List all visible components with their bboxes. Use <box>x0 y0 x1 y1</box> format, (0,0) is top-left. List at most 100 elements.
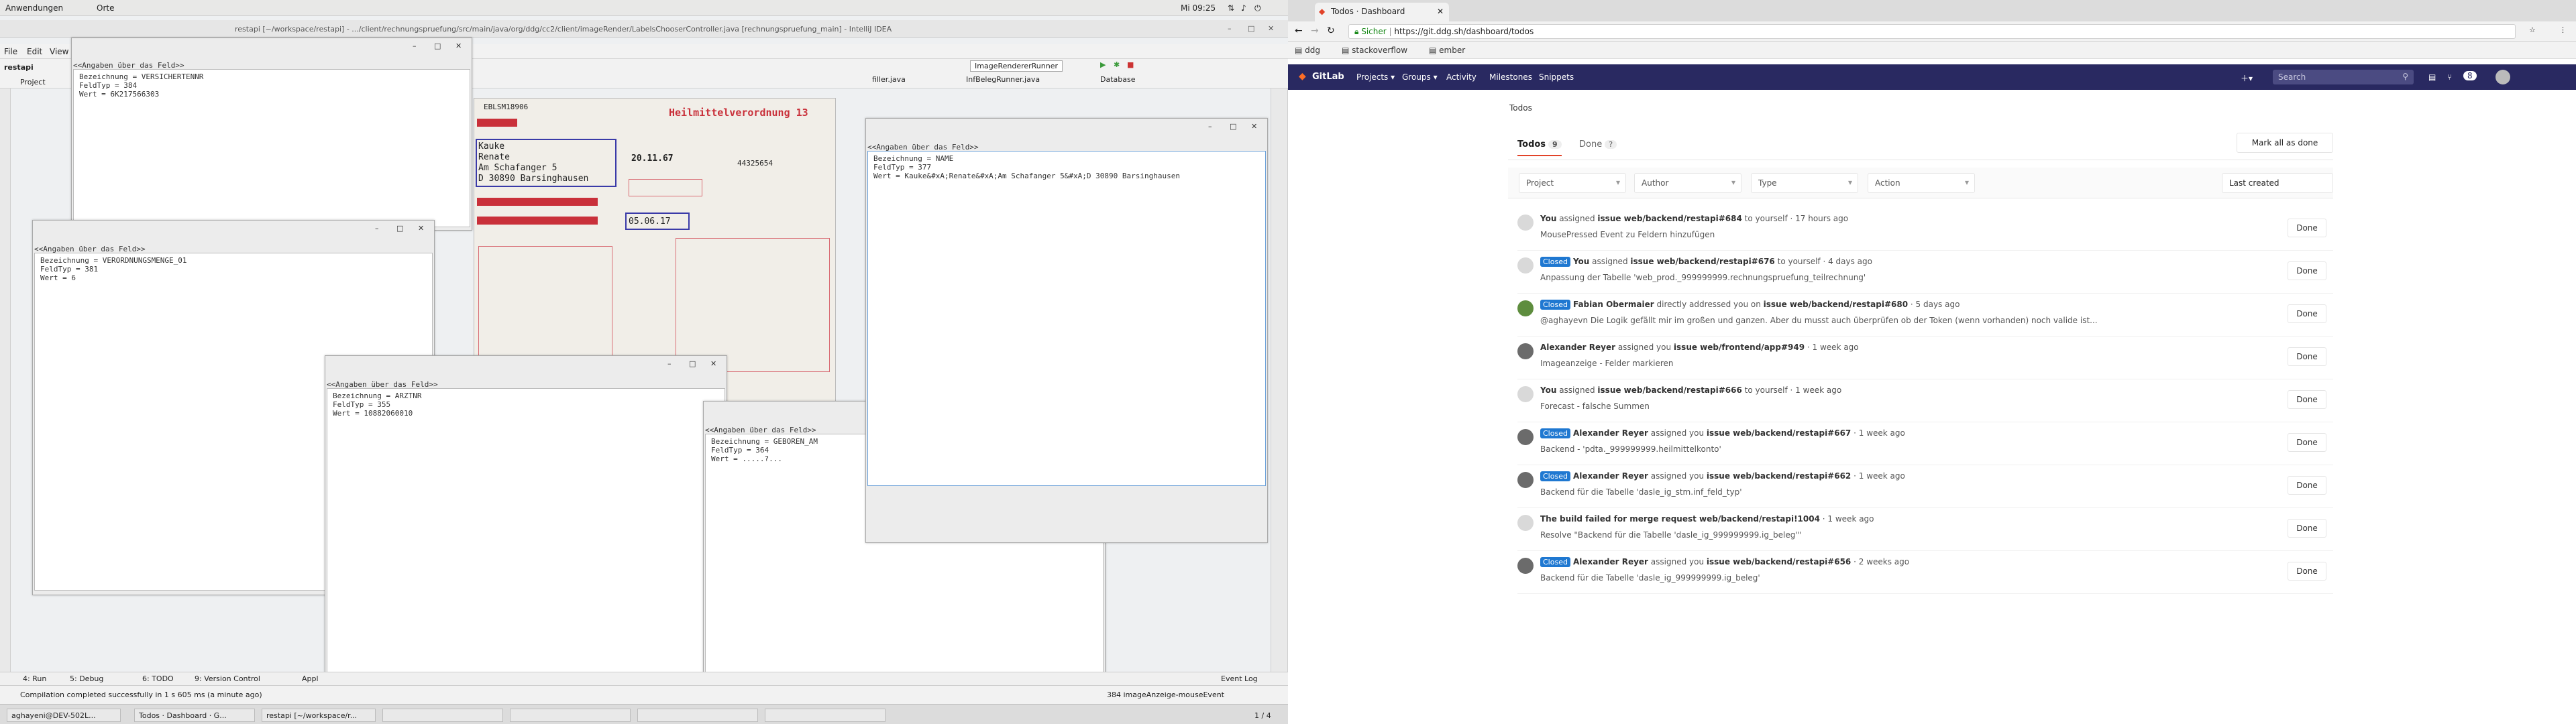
todo-item[interactable]: Closed You assigned issue web/backend/res… <box>1517 251 2333 294</box>
tab-run[interactable]: 4: Run <box>23 674 46 683</box>
author-avatar[interactable] <box>1517 515 1534 531</box>
author-avatar[interactable] <box>1517 386 1534 402</box>
todo-description[interactable]: Backend - 'pdta._999999999.heilmittelkon… <box>1540 444 1721 454</box>
volume-icon[interactable]: ♪ <box>1241 3 1246 13</box>
bookmark-stackoverflow[interactable]: ▤ stackoverflow <box>1342 46 1407 55</box>
filter-author[interactable]: Author <box>1634 173 1741 193</box>
reload-icon[interactable]: ↻ <box>1327 25 1335 36</box>
dialog-titlebar[interactable] <box>72 38 472 53</box>
author-avatar[interactable] <box>1517 472 1534 488</box>
stop-icon[interactable]: ■ <box>1127 60 1134 69</box>
author-avatar[interactable] <box>1517 215 1534 231</box>
nav-snippets[interactable]: Snippets <box>1539 72 1574 82</box>
filter-type[interactable]: Type <box>1751 173 1858 193</box>
tab-version-control[interactable]: 9: Version Control <box>195 674 260 683</box>
event-log-button[interactable]: Event Log <box>1221 674 1258 683</box>
nav-groups[interactable]: Groups ▾ <box>1402 72 1438 82</box>
todo-item[interactable]: Closed Alexander Reyer assigned you issue… <box>1517 551 2333 594</box>
author-avatar[interactable] <box>1517 257 1534 274</box>
todo-actor[interactable]: You <box>1540 214 1556 223</box>
taskbar-java-window[interactable] <box>382 709 503 722</box>
todo-description[interactable]: Anpassung der Tabelle 'web_prod._9999999… <box>1540 273 1866 282</box>
done-button[interactable]: Done <box>2288 304 2326 323</box>
mark-all-done-button[interactable]: Mark all as done <box>2237 133 2333 153</box>
done-button[interactable]: Done <box>2288 219 2326 237</box>
new-item-icon[interactable]: ＋▾ <box>2241 72 2253 84</box>
todo-target-link[interactable]: issue web/backend/restapi#676 <box>1630 257 1774 266</box>
project-breadcrumb[interactable]: restapi <box>4 63 34 72</box>
taskbar-java-window[interactable] <box>510 709 631 722</box>
close-icon[interactable]: ✕ <box>455 42 462 50</box>
todo-target-link[interactable]: merge request web/backend/restapi!1004 <box>1629 514 1820 524</box>
maximize-icon[interactable]: □ <box>1248 24 1254 33</box>
bookmark-star-icon[interactable]: ☆ <box>2529 25 2536 34</box>
close-icon[interactable]: ✕ <box>1251 122 1257 131</box>
todo-target-link[interactable]: issue web/backend/restapi#684 <box>1597 214 1741 223</box>
todo-item[interactable]: Closed Alexander Reyer assigned you issue… <box>1517 422 2333 465</box>
done-button[interactable]: Done <box>2288 390 2326 409</box>
dialog-text-area[interactable]: Bezeichnung = ARZTNR FeldTyp = 355 Wert … <box>327 388 725 699</box>
todo-description[interactable]: MousePressed Event zu Feldern hinzufügen <box>1540 230 1715 239</box>
todo-description[interactable]: Backend für die Tabelle 'dasle_ig_999999… <box>1540 573 1760 583</box>
todo-target-link[interactable]: issue web/backend/restapi#662 <box>1707 471 1851 481</box>
dialog-titlebar[interactable] <box>866 119 1267 133</box>
maximize-icon[interactable]: □ <box>434 42 441 50</box>
dialog-titlebar[interactable] <box>325 356 727 371</box>
done-button[interactable]: Done <box>2288 261 2326 280</box>
minimize-icon[interactable]: – <box>375 224 379 233</box>
tab-todo[interactable]: 6: TODO <box>142 674 174 683</box>
tab-appl[interactable]: Appl <box>302 674 319 683</box>
field-dialog-versichertennr[interactable]: – □ ✕ <<Angaben über das Feld>> Bezeichn… <box>71 38 472 231</box>
dialog-titlebar[interactable] <box>33 221 434 235</box>
editor-tab-infbelegrunner[interactable]: InfBelegRunner.java <box>966 75 1040 84</box>
todo-actor[interactable]: Alexander Reyer <box>1573 471 1648 481</box>
nav-milestones[interactable]: Milestones <box>1489 72 1532 82</box>
network-icon[interactable]: ⇅ <box>1228 3 1234 13</box>
done-button[interactable]: Done <box>2288 519 2326 538</box>
done-button[interactable]: Done <box>2288 347 2326 366</box>
scan-selected-field-date[interactable] <box>625 213 690 230</box>
todo-target-link[interactable]: issue web/backend/restapi#656 <box>1707 557 1851 566</box>
dialog-text-area[interactable]: Bezeichnung = NAME FeldTyp = 377 Wert = … <box>867 151 1266 486</box>
taskbar-java-window[interactable] <box>765 709 885 722</box>
tab-done[interactable]: Done? <box>1579 139 1617 149</box>
filter-project[interactable]: Project <box>1519 173 1626 193</box>
author-avatar[interactable] <box>1517 343 1534 359</box>
minimize-icon[interactable]: – <box>1228 24 1232 33</box>
bookmark-ddg[interactable]: ▤ ddg <box>1295 46 1320 55</box>
todo-description[interactable]: Forecast - falsche Summen <box>1540 402 1650 411</box>
todo-description[interactable]: Backend für die Tabelle 'dasle_ig_stm.in… <box>1540 487 1742 497</box>
taskbar-idea[interactable]: restapi [~/workspace/r... <box>262 709 376 722</box>
maximize-icon[interactable]: □ <box>396 224 403 233</box>
todo-target-link[interactable]: issue web/backend/restapi#666 <box>1597 385 1741 395</box>
author-avatar[interactable] <box>1517 429 1534 445</box>
todos-count-badge[interactable]: 8 <box>2463 71 2477 80</box>
todo-actor[interactable]: Alexander Reyer <box>1573 557 1648 566</box>
todo-target-link[interactable]: issue web/frontend/app#949 <box>1674 343 1805 352</box>
database-panel-label[interactable]: Database <box>1100 75 1136 84</box>
issues-icon[interactable]: ▤ <box>2428 72 2436 82</box>
todo-item[interactable]: The build failed for merge request web/b… <box>1517 508 2333 551</box>
apps-menu[interactable]: Anwendungen <box>5 3 63 13</box>
done-button[interactable]: Done <box>2288 562 2326 581</box>
editor-tab-filler[interactable]: filler.java <box>872 75 906 84</box>
todo-actor[interactable]: Fabian Obermaier <box>1573 300 1654 309</box>
run-config-select[interactable]: ImageRendererRunner <box>970 60 1063 72</box>
minimize-icon[interactable]: – <box>1208 122 1212 131</box>
minimize-icon[interactable]: – <box>413 42 417 50</box>
close-icon[interactable]: ✕ <box>710 359 716 368</box>
maximize-icon[interactable]: □ <box>1230 122 1236 131</box>
forward-icon[interactable]: → <box>1311 25 1319 36</box>
menu-view[interactable]: View <box>50 47 68 56</box>
taskbar-terminal[interactable]: aghayeni@DEV-502L... <box>7 709 121 722</box>
tab-debug[interactable]: 5: Debug <box>70 674 103 683</box>
todo-description[interactable]: Resolve "Backend für die Tabelle 'dasle_… <box>1540 530 1801 540</box>
done-button[interactable]: Done <box>2288 433 2326 452</box>
browser-tab-todos[interactable]: ◆ Todos · Dashboard ✕ <box>1315 3 1449 21</box>
filter-action[interactable]: Action <box>1868 173 1975 193</box>
tab-todos[interactable]: Todos 9 <box>1517 139 1562 156</box>
run-icon[interactable]: ▶ <box>1100 60 1106 69</box>
chrome-menu-icon[interactable]: ⋮ <box>2559 25 2567 34</box>
places-menu[interactable]: Orte <box>97 3 114 13</box>
author-avatar[interactable] <box>1517 558 1534 574</box>
